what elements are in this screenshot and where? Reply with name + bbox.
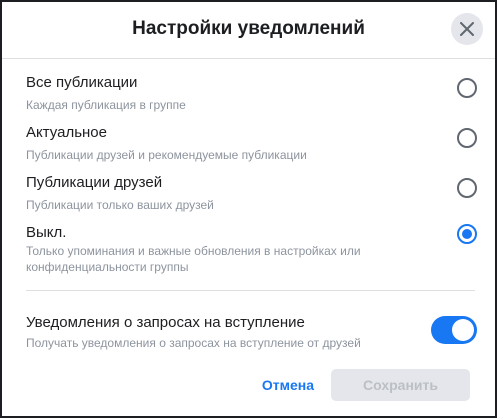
cancel-button[interactable]: Отмена bbox=[255, 369, 321, 401]
option-all-posts-radio[interactable] bbox=[457, 78, 477, 98]
option-friends-posts-radio[interactable] bbox=[457, 178, 477, 198]
save-button[interactable]: Сохранить bbox=[331, 369, 470, 401]
option-label: Публикации друзей bbox=[26, 174, 163, 191]
option-friends-posts[interactable]: Публикации друзей Публикации только ваши… bbox=[2, 172, 495, 216]
join-requests-setting: Уведомления о запросах на вступление Пол… bbox=[2, 312, 495, 352]
join-requests-toggle[interactable] bbox=[431, 316, 477, 344]
close-button[interactable] bbox=[451, 13, 483, 45]
option-description: Публикации друзей и рекомендуемые публик… bbox=[26, 148, 307, 162]
option-all-posts[interactable]: Все публикации Каждая публикация в групп… bbox=[2, 72, 495, 116]
option-label: Актуальное bbox=[26, 124, 107, 141]
close-icon bbox=[460, 22, 474, 36]
option-off[interactable]: Выкл. Только упоминания и важные обновле… bbox=[2, 222, 495, 278]
join-requests-description: Получать уведомления о запросах на вступ… bbox=[26, 336, 361, 350]
section-divider bbox=[26, 290, 475, 291]
option-label: Выкл. bbox=[26, 224, 67, 241]
dialog-header: Настройки уведомлений bbox=[2, 2, 495, 59]
join-requests-label: Уведомления о запросах на вступление bbox=[26, 314, 305, 331]
notification-settings-dialog: Настройки уведомлений Все публикации Каж… bbox=[0, 0, 497, 418]
option-label: Все публикации bbox=[26, 74, 138, 91]
toggle-knob bbox=[452, 319, 474, 341]
dialog-title: Настройки уведомлений bbox=[132, 18, 365, 39]
option-description: Только упоминания и важные обновления в … bbox=[26, 244, 361, 274]
option-off-radio[interactable] bbox=[457, 224, 477, 244]
option-description: Каждая публикация в группе bbox=[26, 98, 186, 112]
option-highlights[interactable]: Актуальное Публикации друзей и рекоменду… bbox=[2, 122, 495, 166]
option-highlights-radio[interactable] bbox=[457, 128, 477, 148]
option-description: Публикации только ваших друзей bbox=[26, 198, 214, 212]
